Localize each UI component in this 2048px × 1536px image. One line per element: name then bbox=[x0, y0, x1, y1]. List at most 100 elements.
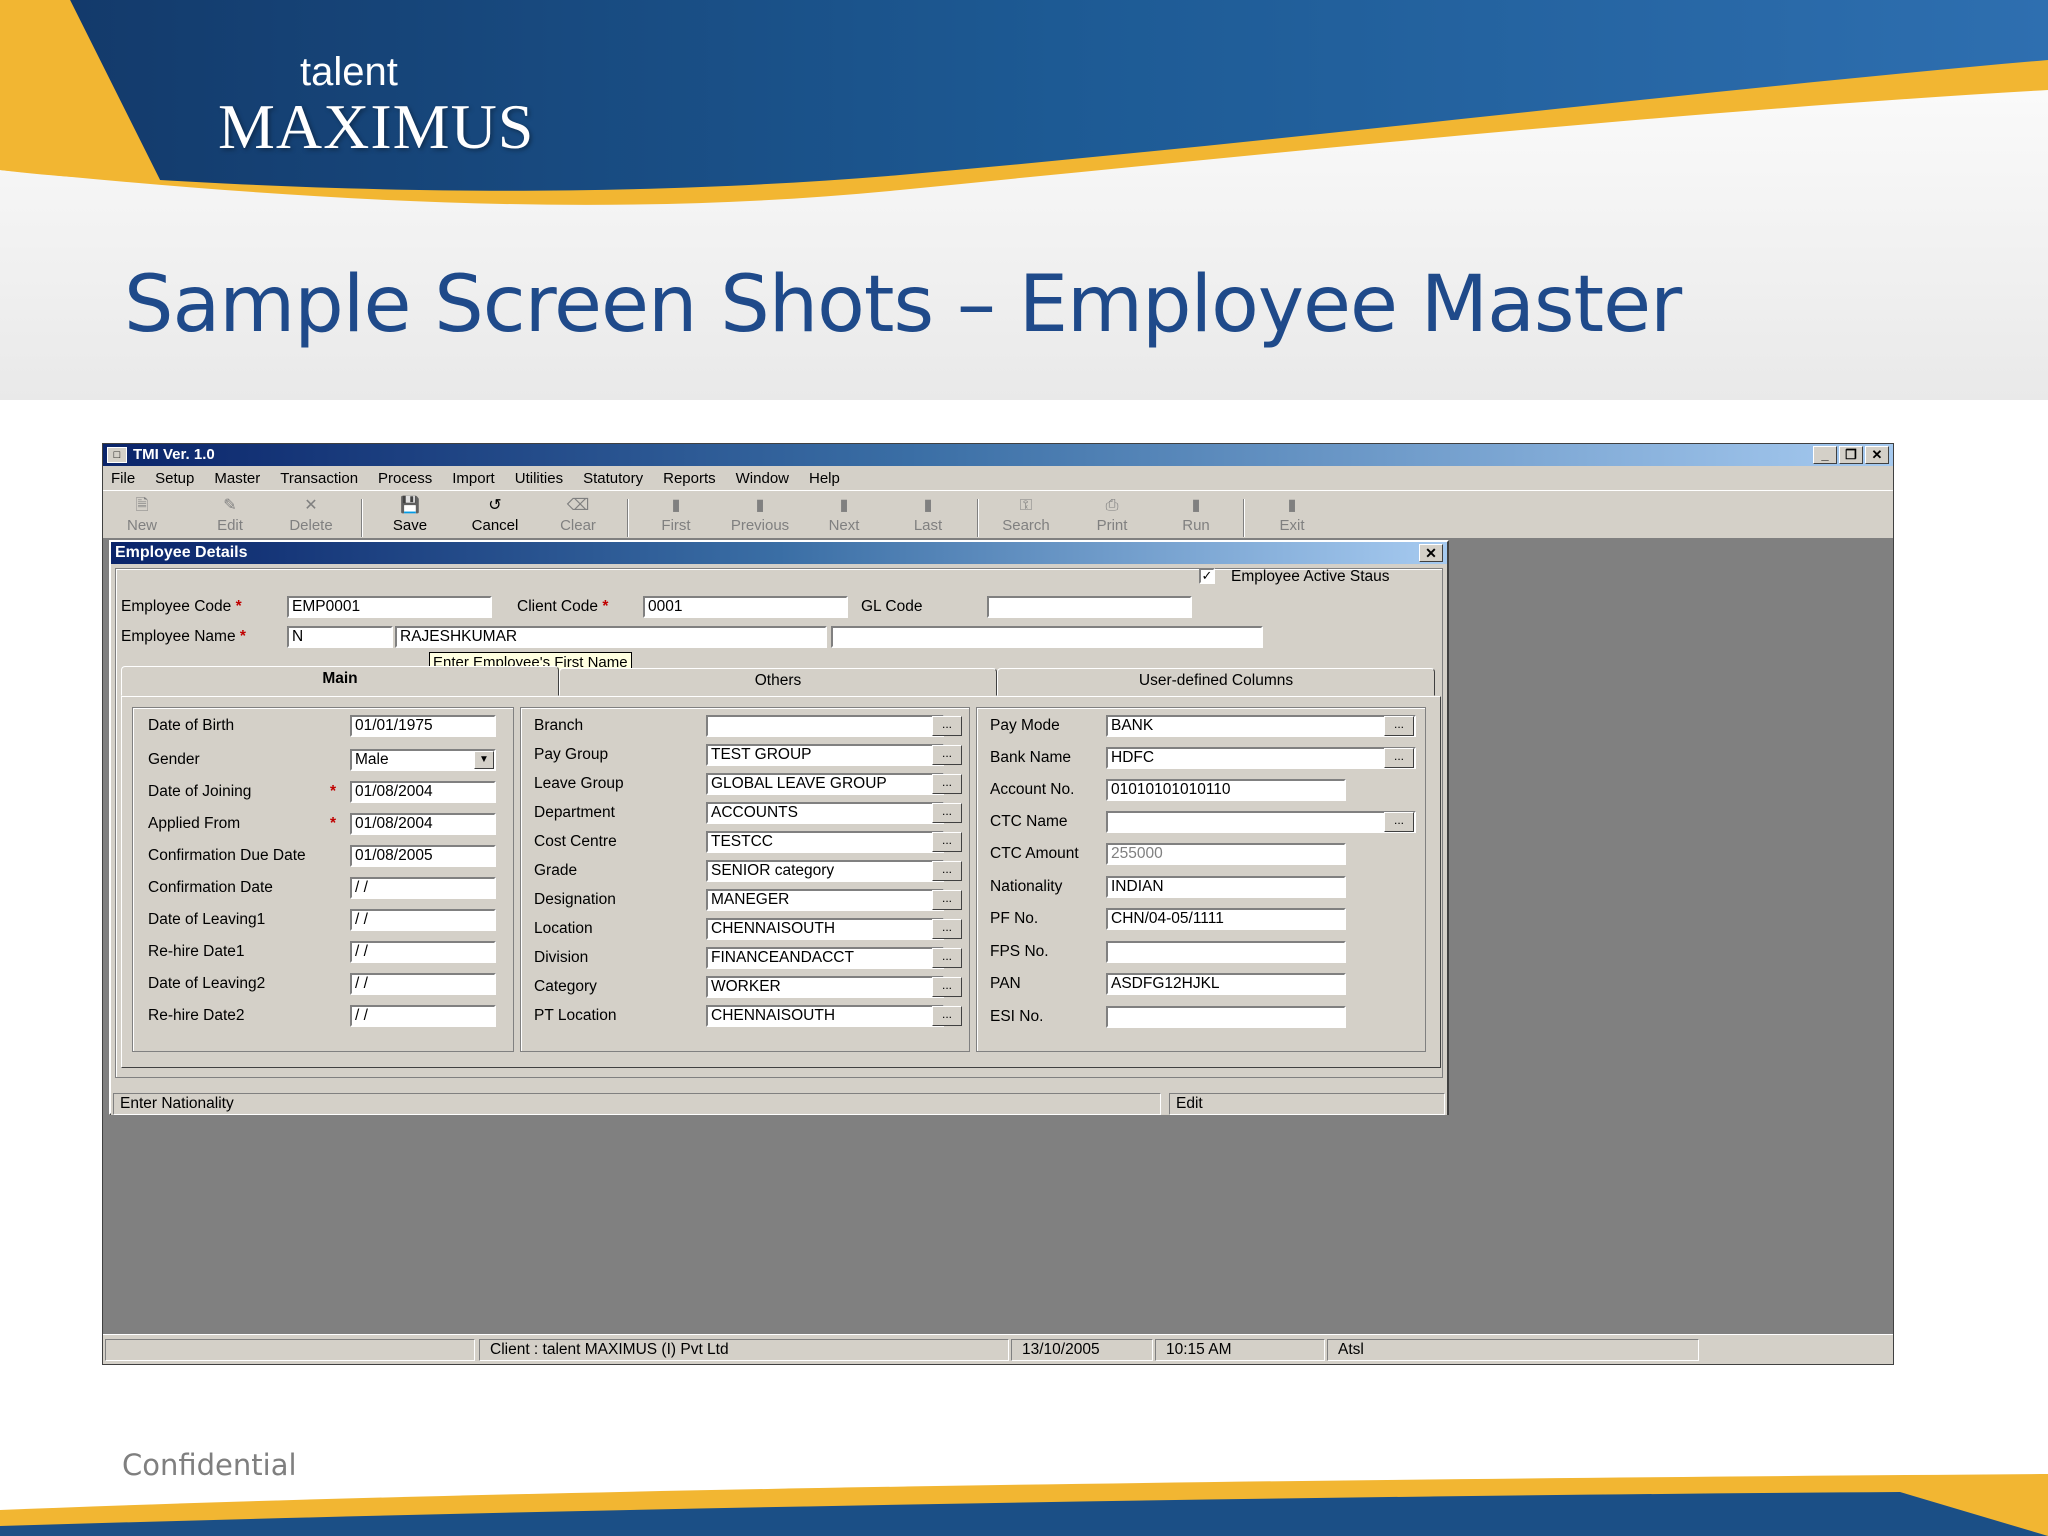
cost-centre-field[interactable]: TESTCC bbox=[706, 831, 944, 853]
dob-field[interactable]: 01/01/1975 bbox=[350, 715, 496, 737]
applied-from-field[interactable]: 01/08/2004 bbox=[350, 813, 496, 835]
exit-button[interactable]: ▮ Exit bbox=[1257, 495, 1327, 539]
cost-centre-label: Cost Centre bbox=[534, 833, 617, 850]
location-field[interactable]: CHENNAISOUTH bbox=[706, 918, 944, 940]
search-button[interactable]: ⚿ Search bbox=[991, 495, 1061, 539]
fps-no-field[interactable] bbox=[1106, 941, 1346, 963]
required-mark: * bbox=[330, 783, 337, 800]
last-button[interactable]: ▮ Last bbox=[893, 495, 963, 539]
leave-group-field[interactable]: GLOBAL LEAVE GROUP bbox=[706, 773, 944, 795]
bank-name-field[interactable]: HDFC bbox=[1106, 747, 1416, 769]
menu-transaction[interactable]: Transaction bbox=[280, 470, 358, 487]
pf-no-field[interactable]: CHN/04-05/1111 bbox=[1106, 908, 1346, 930]
close-icon[interactable]: ✕ bbox=[1865, 446, 1889, 464]
save-button[interactable]: 💾 Save bbox=[375, 495, 445, 539]
account-no-label: Account No. bbox=[990, 781, 1075, 798]
delete-button[interactable]: ✕ Delete bbox=[276, 495, 346, 539]
tab-main[interactable]: Main bbox=[121, 666, 559, 696]
rehire-date1-field[interactable]: / / bbox=[350, 941, 496, 963]
category-lookup-button[interactable]: ... bbox=[932, 977, 962, 997]
pt-location-lookup-button[interactable]: ... bbox=[932, 1006, 962, 1026]
date-of-leaving2-field[interactable]: / / bbox=[350, 973, 496, 995]
esi-no-field[interactable] bbox=[1106, 1006, 1346, 1028]
menu-help[interactable]: Help bbox=[809, 470, 840, 487]
confirmation-due-date-field[interactable]: 01/08/2005 bbox=[350, 845, 496, 867]
location-lookup-button[interactable]: ... bbox=[932, 919, 962, 939]
designation-lookup-button[interactable]: ... bbox=[932, 890, 962, 910]
menu-statutory[interactable]: Statutory bbox=[583, 470, 643, 487]
menu-process[interactable]: Process bbox=[378, 470, 432, 487]
gl-code-field[interactable] bbox=[987, 596, 1192, 618]
new-doc-icon: 🗎 bbox=[135, 497, 149, 514]
branch-lookup-button[interactable]: ... bbox=[932, 716, 962, 736]
menu-utilities[interactable]: Utilities bbox=[515, 470, 563, 487]
grade-lookup-button[interactable]: ... bbox=[932, 861, 962, 881]
branch-field[interactable] bbox=[706, 715, 944, 737]
minimize-icon[interactable]: _ bbox=[1813, 446, 1837, 464]
gender-value: Male bbox=[355, 751, 389, 768]
department-field[interactable]: ACCOUNTS bbox=[706, 802, 944, 824]
ctc-name-lookup-button[interactable]: ... bbox=[1384, 812, 1414, 832]
division-lookup-button[interactable]: ... bbox=[932, 948, 962, 968]
rehire-date2-field[interactable]: / / bbox=[350, 1005, 496, 1027]
menu-master[interactable]: Master bbox=[214, 470, 260, 487]
designation-field[interactable]: MANEGER bbox=[706, 889, 944, 911]
chevron-down-icon[interactable]: ▼ bbox=[474, 751, 494, 769]
pay-group-lookup-button[interactable]: ... bbox=[932, 745, 962, 765]
app-titlebar: □ TMI Ver. 1.0 _ ❐ ✕ bbox=[103, 444, 1893, 466]
ctc-amount-field: 255000 bbox=[1106, 843, 1346, 865]
edit-button[interactable]: ✎ Edit bbox=[195, 495, 265, 539]
doj-field[interactable]: 01/08/2004 bbox=[350, 781, 496, 803]
last-name-field[interactable] bbox=[831, 626, 1263, 648]
department-lookup-button[interactable]: ... bbox=[932, 803, 962, 823]
account-no-field[interactable]: 01010101010110 bbox=[1106, 779, 1346, 801]
new-button[interactable]: 🗎 New bbox=[107, 495, 177, 539]
previous-button[interactable]: ▮ Previous bbox=[725, 495, 795, 539]
pay-mode-field[interactable]: BANK bbox=[1106, 715, 1416, 737]
menu-import[interactable]: Import bbox=[452, 470, 495, 487]
run-button[interactable]: ▮ Run bbox=[1161, 495, 1231, 539]
print-button[interactable]: ⎙ Print bbox=[1077, 495, 1147, 539]
toolbar-separator bbox=[361, 499, 363, 537]
menu-window[interactable]: Window bbox=[736, 470, 789, 487]
division-field[interactable]: FINANCEANDACCT bbox=[706, 947, 944, 969]
pan-field[interactable]: ASDFG12HJKL bbox=[1106, 973, 1346, 995]
close-icon[interactable]: ✕ bbox=[1419, 544, 1443, 562]
pay-group-field[interactable]: TEST GROUP bbox=[706, 744, 944, 766]
active-status-checkbox[interactable]: ✓ bbox=[1199, 568, 1215, 584]
first-button[interactable]: ▮ First bbox=[641, 495, 711, 539]
toolbar-separator bbox=[627, 499, 629, 537]
fps-no-label: FPS No. bbox=[990, 943, 1049, 960]
main-tab-panel: Date of Birth 01/01/1975 Gender Male ▼ D… bbox=[121, 696, 1441, 1068]
pt-location-field[interactable]: CHENNAISOUTH bbox=[706, 1005, 944, 1027]
restore-icon[interactable]: ❐ bbox=[1839, 446, 1863, 464]
clear-button[interactable]: ⌫ Clear bbox=[543, 495, 613, 539]
tab-others[interactable]: Others bbox=[559, 668, 997, 696]
client-code-field[interactable]: 0001 bbox=[643, 596, 848, 618]
name-title-field[interactable]: N bbox=[287, 626, 393, 648]
menu-reports[interactable]: Reports bbox=[663, 470, 716, 487]
employee-code-field[interactable]: EMP0001 bbox=[287, 596, 492, 618]
cost-centre-lookup-button[interactable]: ... bbox=[932, 832, 962, 852]
leave-group-lookup-button[interactable]: ... bbox=[932, 774, 962, 794]
menu-file[interactable]: File bbox=[111, 470, 135, 487]
tab-user-defined-columns[interactable]: User-defined Columns bbox=[997, 668, 1435, 696]
confirmation-date-field[interactable]: / / bbox=[350, 877, 496, 899]
new-label: New bbox=[126, 517, 157, 534]
employee-details-title: Employee Details bbox=[115, 544, 248, 561]
category-field[interactable]: WORKER bbox=[706, 976, 944, 998]
grade-field[interactable]: SENIOR category bbox=[706, 860, 944, 882]
grade-label: Grade bbox=[534, 862, 578, 879]
leave-group-label: Leave Group bbox=[534, 775, 624, 792]
nationality-field[interactable]: INDIAN bbox=[1106, 876, 1346, 898]
next-button[interactable]: ▮ Next bbox=[809, 495, 879, 539]
cancel-button[interactable]: ↺ Cancel bbox=[460, 495, 530, 539]
date-of-leaving1-field[interactable]: / / bbox=[350, 909, 496, 931]
ctc-name-field[interactable] bbox=[1106, 811, 1416, 833]
cancel-label: Cancel bbox=[471, 517, 519, 534]
first-name-field[interactable]: RAJESHKUMAR bbox=[395, 626, 827, 648]
status-client: Client : talent MAXIMUS (I) Pvt Ltd bbox=[479, 1339, 1009, 1361]
pay-mode-lookup-button[interactable]: ... bbox=[1384, 716, 1414, 736]
menu-setup[interactable]: Setup bbox=[155, 470, 194, 487]
bank-name-lookup-button[interactable]: ... bbox=[1384, 748, 1414, 768]
